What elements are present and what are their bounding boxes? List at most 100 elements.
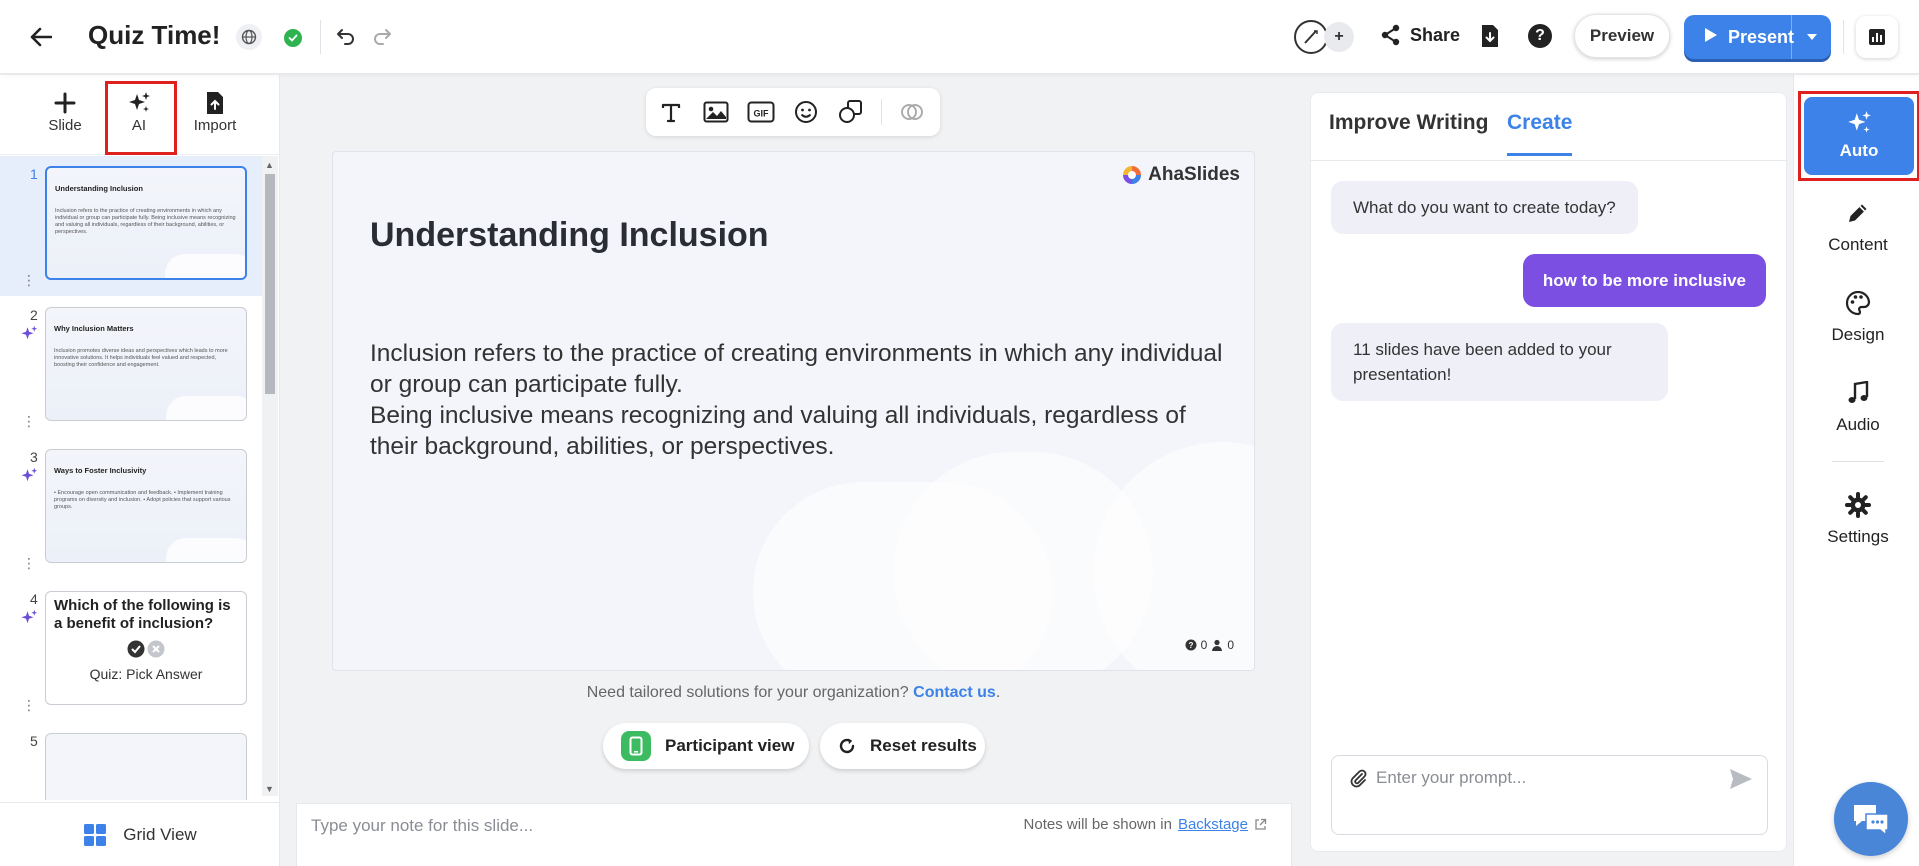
cloud-decoration — [165, 254, 245, 278]
file-upload-icon — [180, 89, 250, 117]
slide-thumbnail[interactable] — [45, 733, 247, 800]
slide-thumbnail[interactable]: Ways to Foster Inclusivity • Encourage o… — [45, 449, 247, 563]
slide-number: 3 — [30, 449, 38, 465]
audio-tab[interactable]: Audio — [1804, 377, 1912, 435]
present-button[interactable]: Present — [1684, 15, 1831, 59]
gear-icon — [1804, 489, 1912, 521]
saved-check-icon — [284, 29, 302, 47]
paperclip-icon[interactable] — [1348, 768, 1368, 793]
play-icon — [1704, 27, 1718, 48]
collaborators[interactable]: + — [1294, 20, 1358, 54]
scroll-thumb[interactable] — [265, 174, 275, 394]
participant-view-label: Participant view — [665, 736, 795, 755]
reset-results-label: Reset results — [870, 736, 977, 755]
cloud-decoration — [166, 538, 246, 562]
share-button[interactable]: Share — [1380, 24, 1460, 46]
music-note-icon — [1804, 377, 1912, 409]
chat-support-button[interactable] — [1834, 782, 1908, 856]
divider — [1832, 461, 1884, 462]
thumb-body: Inclusion promotes diverse ideas and per… — [54, 348, 228, 368]
slide-item-3[interactable]: 3 Ways to Foster Inclusivity • Encourage… — [0, 439, 262, 579]
reset-results-button[interactable]: Reset results — [820, 723, 985, 769]
link-icon[interactable] — [897, 97, 927, 127]
chevron-down-icon[interactable] — [1791, 15, 1831, 59]
add-slide-label: Slide — [48, 117, 82, 134]
prompt-box — [1331, 755, 1768, 835]
grid-view-button[interactable]: Grid View — [0, 802, 280, 866]
design-tab[interactable]: Design — [1804, 287, 1912, 345]
slide-item-1[interactable]: 1 Understanding Inclusion Inclusion refe… — [0, 156, 262, 296]
ai-assistant-panel: Improve Writing Create What do you want … — [1310, 92, 1788, 852]
more-options-icon[interactable]: ⋮ — [22, 273, 36, 287]
content-tab[interactable]: Content — [1804, 197, 1912, 255]
tab-create[interactable]: Create — [1507, 111, 1573, 156]
settings-tab[interactable]: Settings — [1804, 489, 1912, 547]
svg-text:GIF: GIF — [754, 109, 770, 119]
top-bar: Quiz Time! + Share ? Preview Present — [0, 0, 1919, 74]
gif-icon[interactable]: GIF — [746, 97, 776, 127]
reset-icon — [839, 738, 855, 754]
slide-body-text[interactable]: Inclusion refers to the practice of crea… — [370, 338, 1230, 462]
grid-icon — [84, 823, 107, 846]
send-icon[interactable] — [1729, 768, 1753, 795]
presentation-title[interactable]: Quiz Time! — [88, 20, 220, 51]
bar-chart-icon[interactable] — [1856, 16, 1898, 58]
contact-banner: Need tailored solutions for your organiz… — [332, 684, 1255, 702]
chat-message-bot: 11 slides have been added to your presen… — [1331, 323, 1668, 401]
slide-item-2[interactable]: 2 Why Inclusion Matters Inclusion promot… — [0, 297, 262, 437]
slide-list-scrollbar[interactable]: ▲ ▼ — [262, 156, 278, 796]
slide-thumbnail[interactable]: Understanding Inclusion Inclusion refers… — [45, 166, 247, 280]
add-slide-button[interactable]: Slide — [30, 89, 100, 134]
help-button[interactable]: ? — [1528, 24, 1552, 48]
more-options-icon[interactable]: ⋮ — [22, 414, 36, 428]
chat-message-bot: What do you want to create today? — [1331, 181, 1638, 234]
contact-us-link[interactable]: Contact us — [913, 684, 996, 701]
download-icon[interactable] — [1480, 24, 1500, 53]
phone-icon — [621, 731, 651, 761]
more-options-icon[interactable]: ⋮ — [22, 556, 36, 570]
emoji-icon[interactable] — [791, 97, 821, 127]
thumb-title: Which of the following is a benefit of i… — [54, 597, 231, 632]
check-circle-icon — [127, 640, 145, 658]
slide-item-4[interactable]: 4 Which of the following is a benefit of… — [0, 581, 262, 721]
image-icon[interactable] — [701, 97, 731, 127]
participants-count: 0 — [1227, 638, 1234, 652]
settings-label: Settings — [1827, 527, 1889, 546]
thumb-title: Why Inclusion Matters — [54, 324, 134, 333]
globe-icon[interactable] — [236, 24, 262, 50]
scroll-down-icon[interactable]: ▼ — [265, 784, 274, 794]
slide-canvas[interactable]: AhaSlides Understanding Inclusion Inclus… — [332, 151, 1255, 671]
add-collaborator-button[interactable]: + — [1324, 22, 1354, 52]
divider — [1843, 20, 1844, 54]
thumb-type-label: Quiz: Pick Answer — [89, 666, 203, 682]
slide-number: 4 — [30, 591, 38, 607]
back-arrow-icon[interactable] — [26, 22, 56, 52]
shapes-icon[interactable] — [836, 97, 866, 127]
slide-body-line: Inclusion refers to the practice of crea… — [370, 340, 1223, 398]
notes-hint: Notes will be shown in Backstage — [1024, 816, 1267, 833]
brand-name: AhaSlides — [1148, 164, 1240, 185]
contact-period: . — [995, 684, 1001, 701]
import-button[interactable]: Import — [180, 89, 250, 134]
preview-button[interactable]: Preview — [1574, 14, 1670, 58]
redo-icon[interactable] — [372, 26, 392, 51]
slide-thumbnail[interactable]: Which of the following is a benefit of i… — [45, 591, 247, 705]
backstage-link[interactable]: Backstage — [1178, 816, 1248, 833]
text-icon[interactable] — [656, 97, 686, 127]
question-icon: ? — [1185, 639, 1197, 651]
present-label: Present — [1728, 26, 1795, 47]
divider — [320, 20, 321, 54]
slide-heading[interactable]: Understanding Inclusion — [370, 216, 769, 255]
tab-improve-writing[interactable]: Improve Writing — [1329, 111, 1488, 153]
undo-icon[interactable] — [336, 26, 356, 51]
avatar[interactable] — [1294, 20, 1328, 54]
participant-view-button[interactable]: Participant view — [603, 723, 809, 769]
prompt-input[interactable] — [1376, 768, 1716, 788]
more-options-icon[interactable]: ⋮ — [22, 698, 36, 712]
slide-item-5[interactable]: 5 — [0, 723, 262, 800]
thumb-body: • Encourage open communication and feedb… — [54, 490, 231, 510]
ahaslides-logo-icon — [1123, 166, 1142, 184]
notes-input[interactable] — [311, 816, 871, 836]
slide-thumbnail[interactable]: Why Inclusion Matters Inclusion promotes… — [45, 307, 247, 421]
scroll-up-icon[interactable]: ▲ — [265, 160, 274, 170]
